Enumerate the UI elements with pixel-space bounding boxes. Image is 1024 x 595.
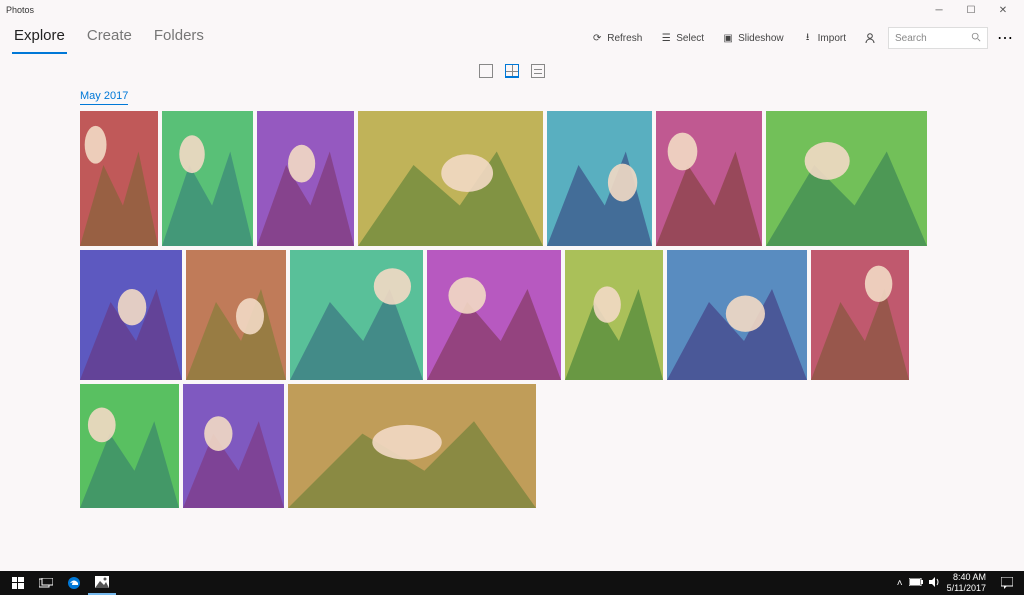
date-group-header[interactable]: May 2017 bbox=[80, 90, 128, 105]
photo-row bbox=[80, 111, 944, 246]
user-button[interactable] bbox=[858, 29, 882, 47]
toolbar: Explore Create Folders ⟳ Refresh ☰ Selec… bbox=[0, 20, 1024, 56]
clock-date: 5/11/2017 bbox=[947, 583, 986, 594]
slideshow-label: Slideshow bbox=[738, 33, 784, 44]
photo-skiers-selfie-goggles[interactable] bbox=[766, 111, 927, 246]
photo-kids-fountain[interactable] bbox=[80, 384, 179, 508]
view-mode-single[interactable] bbox=[479, 64, 493, 78]
select-button[interactable]: ☰ Select bbox=[654, 29, 710, 47]
tab-create[interactable]: Create bbox=[85, 23, 134, 54]
search-input[interactable]: Search bbox=[888, 27, 988, 49]
photo-kids-excited-vr[interactable] bbox=[358, 111, 543, 246]
import-button[interactable]: ⭳ Import bbox=[796, 29, 852, 47]
select-icon: ☰ bbox=[660, 32, 672, 44]
tab-folders[interactable]: Folders bbox=[152, 23, 206, 54]
title-bar: Photos ─ ☐ ✕ bbox=[0, 0, 1024, 20]
photo-row bbox=[80, 384, 944, 508]
photo-two-skiers-goggles[interactable] bbox=[656, 111, 762, 246]
more-options-button[interactable]: ⋯ bbox=[994, 27, 1016, 49]
tray-chevron-up-icon[interactable]: ˄ bbox=[897, 578, 903, 589]
app-title: Photos bbox=[6, 5, 34, 15]
import-label: Import bbox=[818, 33, 846, 44]
maximize-button[interactable]: ☐ bbox=[956, 1, 986, 19]
photo-boy-blue-shirt-portrait[interactable] bbox=[667, 250, 807, 380]
photo-archery-lawn[interactable] bbox=[183, 384, 284, 508]
taskbar-edge[interactable] bbox=[60, 571, 88, 595]
photo-kid-vr-tshirt[interactable] bbox=[547, 111, 652, 246]
view-mode-bar bbox=[0, 56, 1024, 82]
user-icon bbox=[864, 32, 876, 44]
photo-row bbox=[80, 250, 944, 380]
action-center-button[interactable] bbox=[996, 571, 1018, 595]
slideshow-icon: ▣ bbox=[722, 32, 734, 44]
tab-explore[interactable]: Explore bbox=[12, 23, 67, 54]
task-view-button[interactable] bbox=[32, 571, 60, 595]
photo-grid-content: May 2017 bbox=[0, 82, 1024, 571]
tray-volume-icon[interactable] bbox=[929, 577, 941, 590]
photo-two-kids-restaurant[interactable] bbox=[80, 111, 158, 246]
import-icon: ⭳ bbox=[802, 32, 814, 44]
photo-person-mountain-pose[interactable] bbox=[80, 250, 182, 380]
photo-two-women-wine-selfie[interactable] bbox=[290, 250, 423, 380]
photo-stone-archway[interactable] bbox=[811, 250, 909, 380]
view-mode-list[interactable] bbox=[531, 64, 545, 78]
photo-two-girls-park-lake[interactable] bbox=[288, 384, 536, 508]
photo-two-kids-drinks-selfie[interactable] bbox=[427, 250, 561, 380]
close-button[interactable]: ✕ bbox=[988, 1, 1018, 19]
photo-two-kids-couch[interactable] bbox=[257, 111, 354, 246]
photos-app-window: Photos ─ ☐ ✕ Explore Create Folders ⟳ Re… bbox=[0, 0, 1024, 571]
minimize-button[interactable]: ─ bbox=[924, 1, 954, 19]
select-label: Select bbox=[676, 33, 704, 44]
photo-mom-kid-hug[interactable] bbox=[565, 250, 663, 380]
refresh-icon: ⟳ bbox=[591, 32, 603, 44]
slideshow-button[interactable]: ▣ Slideshow bbox=[716, 29, 790, 47]
photo-girl-blue-jacket-trees[interactable] bbox=[186, 250, 286, 380]
windows-taskbar: ˄ 8:40 AM 5/11/2017 bbox=[0, 571, 1024, 595]
clock-time: 8:40 AM bbox=[947, 572, 986, 583]
tray-battery-icon[interactable] bbox=[909, 578, 923, 589]
refresh-label: Refresh bbox=[607, 33, 642, 44]
photo-kids-playground[interactable] bbox=[162, 111, 253, 246]
start-button[interactable] bbox=[4, 571, 32, 595]
system-clock[interactable]: 8:40 AM 5/11/2017 bbox=[947, 572, 990, 594]
search-icon bbox=[971, 32, 981, 45]
view-mode-grid[interactable] bbox=[505, 64, 519, 78]
refresh-button[interactable]: ⟳ Refresh bbox=[585, 29, 648, 47]
search-placeholder: Search bbox=[895, 33, 927, 44]
taskbar-photos[interactable] bbox=[88, 571, 116, 595]
